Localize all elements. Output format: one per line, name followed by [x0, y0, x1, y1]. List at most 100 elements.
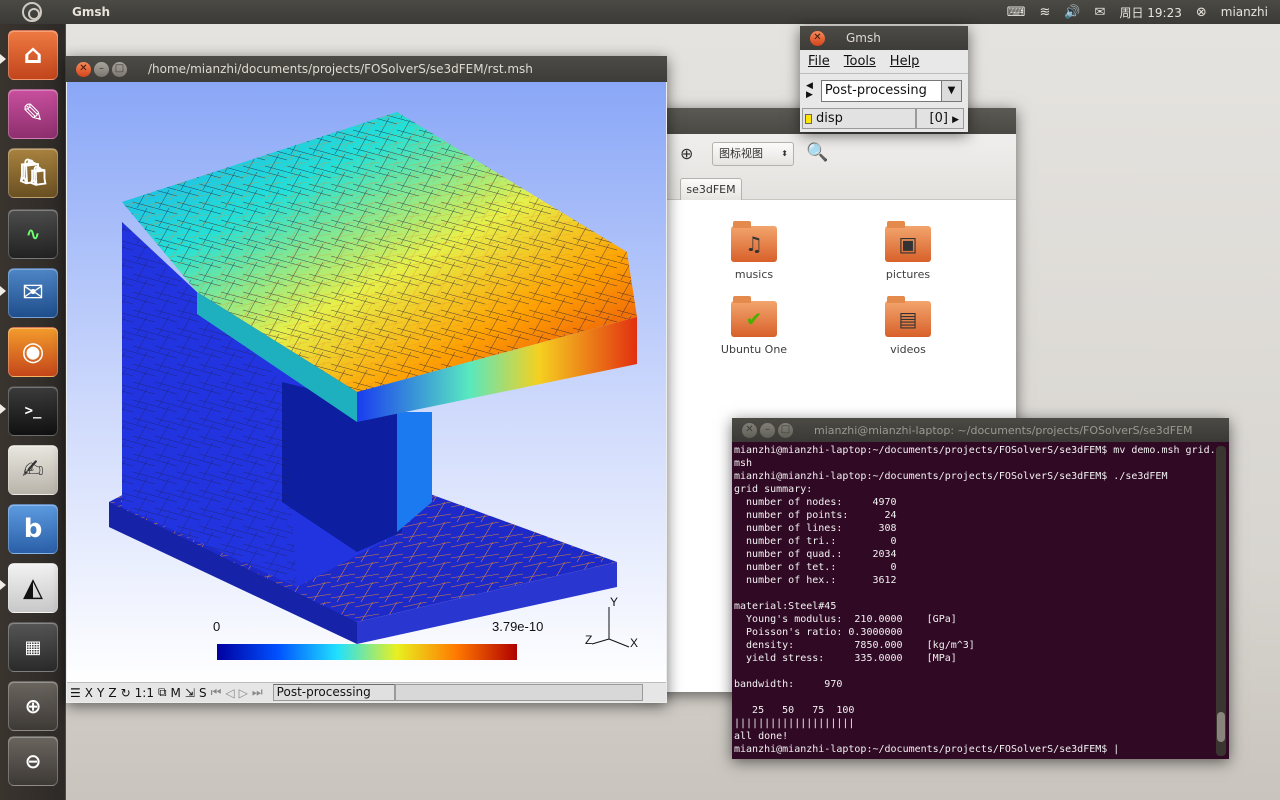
close-icon[interactable]: ✕: [810, 30, 825, 46]
terminal-line: ||||||||||||||||||||: [734, 718, 855, 729]
terminal-window: ✕ – □ mianzhi@mianzhi-laptop: ~/document…: [732, 418, 1229, 759]
folder-item[interactable]: ▤ videos: [858, 296, 958, 356]
prev-step-icon[interactable]: ◁: [225, 686, 234, 700]
wifi-icon[interactable]: ≋: [1039, 5, 1050, 20]
folder-label: videos: [890, 343, 926, 356]
module-nav-icon[interactable]: ◀ ▶: [806, 82, 813, 100]
zoom-out-icon[interactable]: ⊖: [8, 736, 58, 786]
folder-item[interactable]: ▣ pictures: [858, 221, 958, 281]
session-icon[interactable]: ⊗: [1196, 5, 1207, 20]
terminal-output[interactable]: mianzhi@mianzhi-laptop:~/documents/proje…: [734, 444, 1214, 756]
play-icon[interactable]: ▷: [239, 686, 248, 700]
home-folder-icon[interactable]: ⌂: [8, 30, 58, 80]
gmsh-icon[interactable]: ◭: [8, 563, 58, 613]
terminal-line: material:Steel#45: [734, 601, 837, 612]
system-settings-icon[interactable]: ✎: [8, 89, 58, 139]
triangle-right-icon: ▶: [952, 115, 959, 125]
close-icon[interactable]: ✕: [76, 61, 91, 77]
terminal-line: number of tet.: 0: [734, 562, 897, 573]
keyboard-icon[interactable]: ⌨: [1007, 5, 1026, 20]
folder-item[interactable]: ✔ Ubuntu One: [704, 296, 804, 356]
terminal-line: Poisson's ratio: 0.3000000: [734, 627, 903, 638]
view-visible-checkbox[interactable]: [805, 113, 812, 124]
breadcrumb-button[interactable]: se3dFEM: [680, 178, 742, 202]
scale-1-1-button[interactable]: 1:1: [135, 686, 154, 700]
menu-toggle-icon[interactable]: ☰: [70, 686, 81, 700]
view-mode-select[interactable]: 图标视图 ⬍: [712, 142, 794, 166]
select-icon[interactable]: ⇲: [185, 686, 195, 700]
terminal-line: msh: [734, 458, 753, 469]
terminal-line: number of tri.: 0: [734, 536, 897, 547]
gmsh-menu-window: ✕ Gmsh File Tools Help ◀ ▶ Post-processin…: [800, 26, 968, 132]
post-view-options-button[interactable]: [0] ▶: [916, 108, 964, 129]
folder-label: musics: [734, 268, 774, 281]
terminal-line: grid summary:: [734, 484, 813, 495]
thunderbird-icon[interactable]: ✉: [8, 268, 58, 318]
colorbar-max-label: 3.79e-10: [492, 619, 543, 634]
volume-icon[interactable]: 🔊: [1064, 5, 1080, 20]
workspace-switcher-icon[interactable]: ▦: [8, 622, 58, 672]
post-view-toggle[interactable]: disp: [802, 108, 916, 129]
ubuntu-logo-icon[interactable]: [22, 2, 42, 22]
menu-tools[interactable]: Tools: [844, 54, 876, 69]
layers-icon[interactable]: ⧉: [158, 685, 167, 700]
view-z-button[interactable]: Z: [108, 686, 116, 700]
terminal-line: number of nodes: 4970: [734, 497, 897, 508]
minimize-icon[interactable]: –: [94, 61, 109, 77]
text-editor-icon[interactable]: ✍: [8, 445, 58, 495]
view-y-button[interactable]: Y: [97, 686, 104, 700]
chevron-down-icon: ▼: [941, 81, 961, 101]
terminal-line: number of quad.: 2034: [734, 549, 897, 560]
terminal-line: yield stress: 335.0000 [MPa]: [734, 653, 957, 664]
close-icon[interactable]: ✕: [742, 422, 757, 438]
terminal-scrollbar[interactable]: [1216, 446, 1226, 756]
terminal-titlebar[interactable]: ✕ – □ mianzhi@mianzhi-laptop: ~/document…: [732, 418, 1229, 442]
status-module-field: Post-processing: [272, 684, 395, 701]
terminal-line: number of lines: 308: [734, 523, 897, 534]
module-select[interactable]: Post-processing ▼: [820, 80, 962, 102]
view-x-button[interactable]: X: [85, 686, 93, 700]
maximize-icon[interactable]: □: [112, 61, 127, 77]
clock[interactable]: 周日 19:23: [1119, 4, 1181, 21]
mesh-model: 0 3.79e-10 Y X Z: [109, 112, 638, 660]
terminal-icon[interactable]: >_: [8, 386, 58, 436]
firefox-icon[interactable]: ◉: [8, 327, 58, 377]
gmsh-status-bar: ☰ X Y Z ↻ 1:1 ⧉ M ⇲ S ⏮ ◁ ▷ ⏭ Post-proce…: [67, 682, 666, 702]
gl-canvas[interactable]: 0 3.79e-10 Y X Z: [67, 82, 666, 682]
videos-folder-icon: ▤: [885, 296, 931, 337]
module-select-value: Post-processing: [824, 83, 927, 98]
mail-icon[interactable]: ✉: [1095, 5, 1106, 20]
snapshot-button[interactable]: S: [199, 686, 207, 700]
folder-item[interactable]: ♫ musics: [704, 221, 804, 281]
file-manager-toolbar: ⊕ 图标视图 ⬍ 🔍 se3dFEM: [640, 134, 1016, 202]
zoom-in-icon[interactable]: ⊕: [680, 144, 693, 163]
system-monitor-icon[interactable]: ∿: [8, 209, 58, 259]
folder-label: Ubuntu One: [720, 343, 788, 356]
rotate-icon[interactable]: ↻: [121, 686, 131, 700]
gmsh-graphics-titlebar[interactable]: ✕ – □ /home/mianzhi/documents/projects/F…: [66, 56, 667, 82]
window-title: /home/mianzhi/documents/projects/FOSolve…: [148, 62, 533, 76]
menu-file[interactable]: File: [808, 54, 830, 69]
axes-triad: [591, 607, 630, 648]
terminal-line: Young's modulus: 210.0000 [GPa]: [734, 614, 957, 625]
module-row: ◀ ▶ Post-processing ▼: [806, 80, 962, 102]
first-step-icon[interactable]: ⏮: [211, 685, 222, 700]
blender-icon[interactable]: b: [8, 504, 58, 554]
zoom-icon[interactable]: ⊕: [8, 681, 58, 731]
gmsh-menu-titlebar[interactable]: ✕ Gmsh: [800, 26, 968, 50]
minimize-icon[interactable]: –: [760, 422, 775, 438]
running-indicator: [0, 54, 6, 64]
menu-help[interactable]: Help: [890, 54, 920, 69]
search-icon[interactable]: 🔍: [806, 142, 828, 163]
scrollbar-thumb[interactable]: [1217, 712, 1225, 742]
terminal-line: bandwidth: 970: [734, 679, 843, 690]
maximize-icon[interactable]: □: [778, 422, 793, 438]
software-center-icon[interactable]: 🛍: [8, 148, 58, 198]
post-view-row: disp [0] ▶: [802, 108, 966, 130]
mesh-button[interactable]: M: [171, 686, 181, 700]
user-name[interactable]: mianzhi: [1221, 5, 1268, 19]
running-indicator: [0, 286, 6, 296]
next-step-icon[interactable]: ⏭: [252, 685, 263, 700]
